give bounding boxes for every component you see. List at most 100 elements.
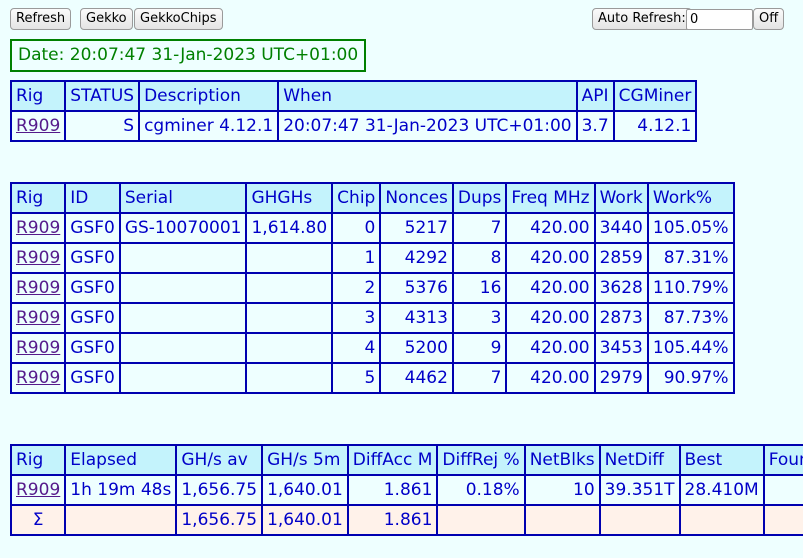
dups-cell: 3 — [452, 303, 507, 333]
header-id: ID — [65, 183, 120, 213]
ghghs-cell — [246, 363, 333, 393]
nonces-cell: 4313 — [380, 303, 453, 333]
rig-cell[interactable]: R909 — [11, 475, 66, 505]
summary-table: Rig STATUS Description When API CGMiner … — [10, 80, 698, 142]
dups-cell: 16 — [452, 273, 507, 303]
work-pct-cell: 90.97% — [647, 363, 734, 393]
diffrej-cell: 0.18% — [437, 475, 525, 505]
found-cell: 0 — [763, 475, 803, 505]
ghghs-cell — [246, 333, 333, 363]
table-row: R909 GSF0 5 4462 7 420.00 2979 90.97% — [11, 363, 734, 393]
rig-link[interactable]: R909 — [16, 278, 60, 298]
ghghs-cell — [246, 243, 333, 273]
chip-cell: 1 — [332, 243, 381, 273]
header-dups: Dups — [452, 183, 507, 213]
rig-link[interactable]: R909 — [16, 248, 60, 268]
rig-cell[interactable]: R909 — [11, 363, 66, 393]
empty-cell — [679, 505, 764, 535]
empty-cell — [763, 505, 803, 535]
status-cell: S — [65, 111, 140, 141]
header-work: Work — [594, 183, 648, 213]
header-when: When — [278, 81, 577, 111]
header-chip: Chip — [332, 183, 381, 213]
work-cell: 2873 — [594, 303, 648, 333]
work-cell: 2979 — [594, 363, 648, 393]
api-cell: 3.7 — [576, 111, 614, 141]
ghghs-cell — [246, 303, 333, 333]
serial-cell — [119, 273, 247, 303]
table-row: R909 GSF0 3 4313 3 420.00 2873 87.73% — [11, 303, 734, 333]
rig-link[interactable]: R909 — [16, 480, 60, 500]
gekkochips-button[interactable]: GekkoChips — [134, 8, 223, 30]
table-row: R909 GSF0 4 5200 9 420.00 3453 105.44% — [11, 333, 734, 363]
header-serial: Serial — [119, 183, 247, 213]
work-pct-cell: 87.73% — [647, 303, 734, 333]
netblks-cell: 10 — [524, 475, 600, 505]
work-pct-cell: 105.05% — [647, 213, 734, 243]
table-row: R909 GSF0 1 4292 8 420.00 2859 87.31% — [11, 243, 734, 273]
header-cgminer: CGMiner — [613, 81, 697, 111]
auto-refresh-button[interactable]: Auto Refresh: — [592, 8, 692, 30]
header-rig: Rig — [11, 445, 66, 475]
serial-cell: GS-10070001 — [119, 213, 247, 243]
ghghs-cell: 1,614.80 — [246, 213, 333, 243]
ghs-av-cell: 1,656.75 — [176, 475, 263, 505]
rig-link[interactable]: R909 — [16, 368, 60, 388]
work-cell: 3453 — [594, 333, 648, 363]
nonces-cell: 5217 — [380, 213, 453, 243]
rig-cell[interactable]: R909 — [11, 111, 66, 141]
dups-cell: 7 — [452, 213, 507, 243]
ghghs-cell — [246, 273, 333, 303]
nonces-cell: 5376 — [380, 273, 453, 303]
cgminer-cell: 4.12.1 — [613, 111, 697, 141]
rig-cell[interactable]: R909 — [11, 273, 66, 303]
chips-header-row: Rig ID Serial GHGHs Chip Nonces Dups Fre… — [11, 183, 734, 213]
work-cell: 3440 — [594, 213, 648, 243]
total-ghs-av-cell: 1,656.75 — [176, 505, 263, 535]
header-found: Found — [763, 445, 803, 475]
freq-cell: 420.00 — [506, 213, 595, 243]
date-display: Date: 20:07:47 31-Jan-2023 UTC+01:00 — [10, 39, 367, 72]
stats-header-row: Rig Elapsed GH/s av GH/s 5m DiffAcc M Di… — [11, 445, 803, 475]
total-row: Σ 1,656.75 1,640.01 1.861 — [11, 505, 803, 535]
nonces-cell: 4462 — [380, 363, 453, 393]
header-freq: Freq MHz — [506, 183, 595, 213]
rig-link[interactable]: R909 — [16, 218, 60, 238]
rig-cell[interactable]: R909 — [11, 243, 66, 273]
chip-cell: 0 — [332, 213, 381, 243]
serial-cell — [119, 303, 247, 333]
header-status: STATUS — [65, 81, 140, 111]
id-cell: GSF0 — [65, 213, 120, 243]
header-elapsed: Elapsed — [65, 445, 177, 475]
rig-link[interactable]: R909 — [16, 116, 60, 136]
header-ghs-5m: GH/s 5m — [262, 445, 348, 475]
description-cell: cgminer 4.12.1 — [139, 111, 279, 141]
sum-label-cell: Σ — [11, 505, 66, 535]
serial-cell — [119, 363, 247, 393]
auto-refresh-input[interactable] — [686, 9, 753, 30]
chip-cell: 3 — [332, 303, 381, 333]
rig-link[interactable]: R909 — [16, 338, 60, 358]
refresh-button[interactable]: Refresh — [10, 8, 72, 30]
rig-cell[interactable]: R909 — [11, 213, 66, 243]
rig-cell[interactable]: R909 — [11, 333, 66, 363]
rig-link[interactable]: R909 — [16, 308, 60, 328]
id-cell: GSF0 — [65, 303, 120, 333]
chip-cell: 4 — [332, 333, 381, 363]
freq-cell: 420.00 — [506, 273, 595, 303]
off-button[interactable]: Off — [753, 8, 785, 30]
best-cell: 28.410M — [679, 475, 764, 505]
header-best: Best — [679, 445, 764, 475]
empty-cell — [524, 505, 600, 535]
header-ghs-av: GH/s av — [176, 445, 263, 475]
header-description: Description — [139, 81, 279, 111]
gekko-button[interactable]: Gekko — [80, 8, 133, 30]
work-cell: 2859 — [594, 243, 648, 273]
diffacc-cell: 1.861 — [347, 475, 438, 505]
total-diffacc-cell: 1.861 — [347, 505, 438, 535]
total-ghs-5m-cell: 1,640.01 — [262, 505, 348, 535]
rig-cell[interactable]: R909 — [11, 303, 66, 333]
freq-cell: 420.00 — [506, 303, 595, 333]
id-cell: GSF0 — [65, 363, 120, 393]
work-pct-cell: 110.79% — [647, 273, 734, 303]
